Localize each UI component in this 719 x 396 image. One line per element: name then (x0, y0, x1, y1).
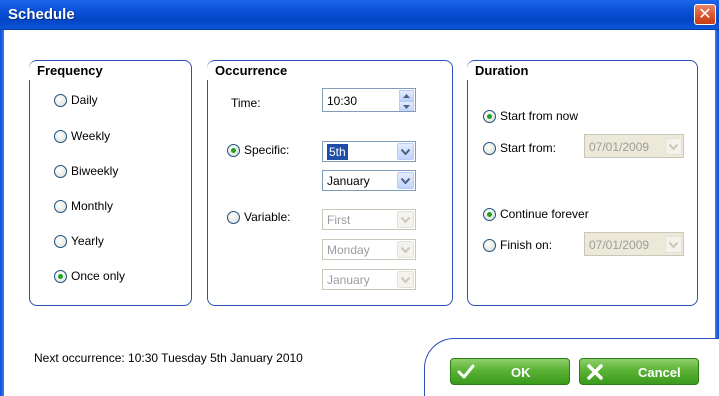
spin-down-icon[interactable] (399, 101, 414, 111)
button-panel: OK Cancel (424, 338, 719, 396)
title-bar[interactable]: Schedule ✕ (0, 0, 719, 30)
start-from-date-picker[interactable]: 07/01/2009 (584, 134, 684, 158)
frequency-option-monthly[interactable]: Monthly (54, 199, 113, 213)
close-icon: ✕ (698, 6, 712, 23)
specific-radio[interactable]: Specific: (227, 143, 289, 157)
ok-button[interactable]: OK (450, 358, 570, 385)
occurrence-group: Occurrence Time: 10:30 Specific: 5th Jan… (207, 60, 453, 306)
continue-forever-radio[interactable]: Continue forever (483, 207, 589, 221)
time-value: 10:30 (327, 94, 358, 108)
frequency-option-biweekly[interactable]: Biweekly (54, 164, 118, 178)
radio-button[interactable] (54, 129, 67, 143)
finish-on-date-picker[interactable]: 07/01/2009 (584, 232, 684, 256)
start-from-label: Start from: (500, 141, 557, 155)
next-occurrence-text: Next occurrence: 10:30 Tuesday 5th Janua… (34, 351, 303, 365)
spin-up-icon[interactable] (399, 90, 414, 101)
frequency-option-yearly[interactable]: Yearly (54, 234, 104, 248)
variable-month-select[interactable]: January (322, 269, 416, 290)
start-now-label: Start from now (500, 109, 579, 123)
frequency-option-label: Once only (71, 269, 126, 283)
time-label: Time: (231, 96, 261, 110)
variable-label: Variable: (244, 210, 291, 224)
start-from-radio-button[interactable] (483, 141, 496, 155)
continue-forever-label: Continue forever (500, 207, 589, 221)
frequency-legend: Frequency (29, 60, 127, 80)
variable-week-select[interactable]: First (322, 209, 416, 230)
duration-legend-text: Duration (475, 63, 529, 78)
specific-day-select[interactable]: 5th (322, 141, 416, 162)
occurrence-legend: Occurrence (207, 60, 312, 80)
variable-weekday-select[interactable]: Monday (322, 239, 416, 260)
frequency-legend-text: Frequency (37, 63, 103, 78)
frequency-option-label: Monthly (71, 199, 114, 213)
finish-on-date-value: 07/01/2009 (589, 238, 650, 252)
radio-button[interactable] (54, 199, 67, 213)
specific-month-select[interactable]: January (322, 170, 416, 191)
window-frame-left (0, 30, 4, 396)
specific-label: Specific: (244, 143, 290, 157)
frequency-group: Frequency Daily Weekly Biweekly Monthly Year… (29, 60, 192, 306)
cancel-label: Cancel (638, 365, 681, 380)
occurrence-legend-text: Occurrence (215, 63, 288, 78)
radio-button[interactable] (54, 269, 67, 283)
frequency-option-label: Biweekly (71, 164, 119, 178)
chevron-down-icon[interactable] (397, 172, 414, 189)
schedule-dialog: Schedule ✕ Frequency Daily Weekly Biweekly… (0, 0, 719, 396)
time-spinner[interactable]: 10:30 (322, 88, 416, 112)
frequency-option-label: Weekly (71, 129, 111, 143)
radio-button[interactable] (54, 93, 67, 107)
checkmark-icon (457, 364, 475, 379)
chevron-down-icon[interactable] (665, 236, 682, 253)
specific-day-value: 5th (327, 144, 348, 160)
cancel-button[interactable]: Cancel (579, 358, 699, 385)
frequency-option-label: Yearly (71, 234, 104, 248)
time-spin-buttons[interactable] (399, 90, 414, 111)
close-button[interactable]: ✕ (694, 4, 716, 25)
frequency-option-weekly[interactable]: Weekly (54, 129, 110, 143)
finish-on-radio-button[interactable] (483, 238, 496, 252)
chevron-down-icon[interactable] (397, 241, 414, 258)
frequency-option-daily[interactable]: Daily (54, 93, 98, 107)
start-from-date-value: 07/01/2009 (589, 140, 650, 154)
ok-label: OK (511, 365, 531, 380)
specific-radio-button[interactable] (227, 143, 240, 157)
finish-on-radio[interactable]: Finish on: (483, 238, 552, 252)
variable-weekday-value: Monday (327, 243, 370, 257)
radio-button[interactable] (54, 234, 67, 248)
start-from-radio[interactable]: Start from: (483, 141, 556, 155)
window-title: Schedule (8, 6, 75, 23)
radio-button[interactable] (54, 164, 67, 178)
duration-legend: Duration (467, 60, 553, 80)
chevron-down-icon[interactable] (397, 143, 414, 160)
chevron-down-icon[interactable] (397, 271, 414, 288)
variable-week-value: First (327, 213, 351, 227)
start-now-radio[interactable]: Start from now (483, 109, 578, 123)
frequency-option-once-only[interactable]: Once only (54, 269, 125, 283)
chevron-down-icon[interactable] (397, 211, 414, 228)
finish-on-label: Finish on: (500, 238, 553, 252)
variable-radio[interactable]: Variable: (227, 210, 290, 224)
chevron-down-icon[interactable] (665, 138, 682, 155)
specific-month-value: January (327, 174, 370, 188)
duration-group: Duration Start from now Start from: 07/0… (467, 60, 698, 306)
cross-icon (587, 364, 603, 380)
continue-forever-radio-button[interactable] (483, 207, 496, 221)
variable-radio-button[interactable] (227, 210, 240, 224)
variable-month-value: January (327, 273, 370, 287)
frequency-option-label: Daily (71, 93, 98, 107)
start-now-radio-button[interactable] (483, 109, 496, 123)
